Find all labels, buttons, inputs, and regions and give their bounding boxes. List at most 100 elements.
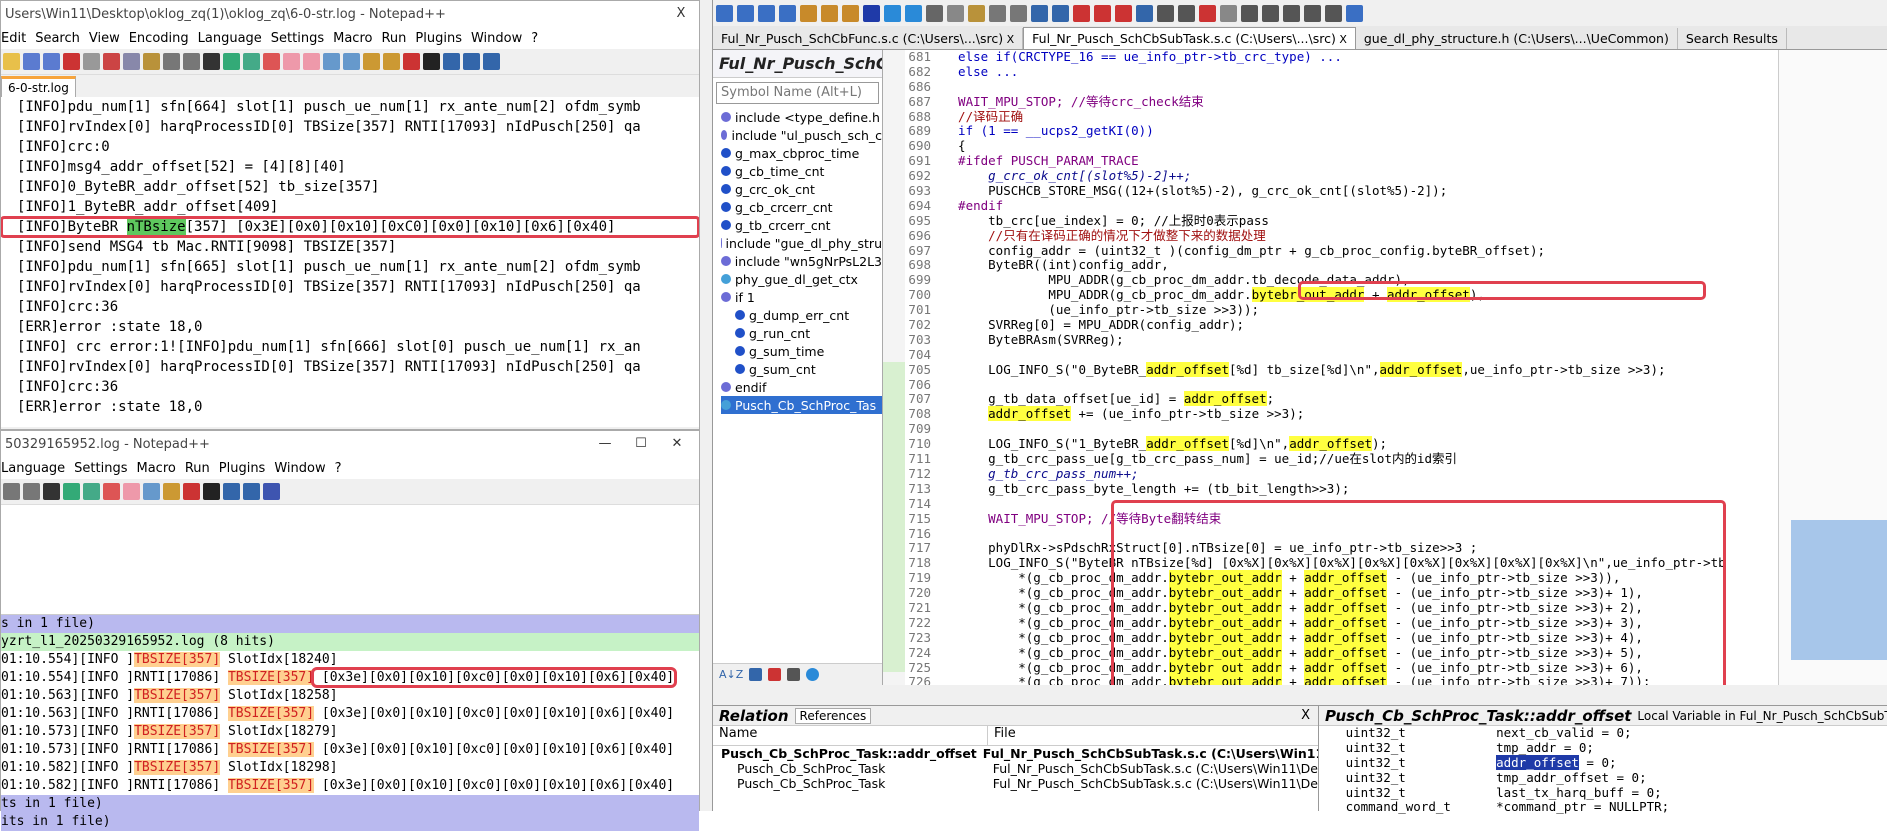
code-line[interactable]: 707 g_tb_data_offset[ue_id] = addr_offse… bbox=[883, 391, 1783, 407]
bookmark-toggle-icon[interactable] bbox=[1136, 4, 1153, 22]
code-line[interactable]: 698 ByteBR((int)config_addr, bbox=[883, 258, 1783, 273]
menu-item-macro[interactable]: Macro bbox=[136, 461, 184, 476]
stop-icon[interactable] bbox=[423, 53, 440, 70]
symbol-item[interactable]: include "wn5gNrPsL2L3 bbox=[721, 252, 882, 270]
ide-tab[interactable]: Ful_Nr_Pusch_SchCbFunc.s.c (C:\Users\...… bbox=[713, 28, 1024, 49]
code-line[interactable]: 691 #ifdef PUSCH_PARAM_TRACE bbox=[883, 153, 1783, 169]
undo-icon[interactable] bbox=[163, 53, 180, 70]
maximize-button[interactable]: ☐ bbox=[623, 431, 659, 457]
search-files-icon[interactable] bbox=[1094, 4, 1111, 22]
code-line[interactable]: 692 g_crc_ok_cnt[(slot%5)-2]++; bbox=[883, 168, 1783, 184]
log-line[interactable]: [INFO]crc:36 bbox=[1, 377, 699, 397]
sort-az-icon[interactable]: A↓Z bbox=[719, 668, 743, 681]
new-file-icon[interactable] bbox=[1241, 4, 1258, 22]
code-line[interactable]: 712 g_tb_crc_pass_num++; bbox=[883, 466, 1783, 482]
play-multi-icon[interactable] bbox=[463, 53, 480, 70]
menu-item-plugins[interactable]: Plugins bbox=[219, 461, 275, 476]
undo-icon[interactable] bbox=[989, 4, 1006, 22]
menu-item-settings[interactable]: Settings bbox=[271, 31, 333, 46]
code-line[interactable]: 706 bbox=[883, 377, 1783, 393]
symbol-item[interactable]: include "ul_pusch_sch_c bbox=[721, 126, 882, 144]
window-icon[interactable] bbox=[1157, 4, 1174, 22]
jump-icon[interactable] bbox=[842, 4, 859, 22]
search-result-row[interactable]: 01:10.573][INFO ]TBSIZE[357] SlotIdx[182… bbox=[1, 723, 699, 741]
relation-row[interactable]: Pusch_Cb_SchProc_Task Ful_Nr_Pusch_SchCbS… bbox=[713, 776, 1318, 791]
log-line[interactable]: [INFO]rvIndex[0] harqProcessID[0] TBSize… bbox=[1, 277, 699, 297]
log-line[interactable]: [INFO]crc:0 bbox=[1, 137, 699, 157]
symbol-item[interactable]: include <type_define.h bbox=[721, 108, 882, 126]
print-icon[interactable] bbox=[83, 53, 100, 70]
save-macro-icon[interactable] bbox=[483, 53, 500, 70]
menu-item-settings[interactable]: Settings bbox=[74, 461, 136, 476]
search-result-row[interactable]: 01:10.573][INFO ]RNTI[17086] TBSIZE[357]… bbox=[1, 741, 699, 759]
wrap-icon[interactable] bbox=[143, 483, 160, 500]
zoom-out-icon[interactable] bbox=[103, 483, 120, 500]
log-line[interactable]: [INFO]send MSG4 tb Mac.RNTI[9098] TBSIZE… bbox=[1, 237, 699, 257]
symbol-item[interactable]: g_sum_time bbox=[721, 342, 882, 360]
menu-item-macro[interactable]: Macro bbox=[333, 31, 381, 46]
minimize-button[interactable]: — bbox=[587, 431, 623, 457]
references-icon[interactable] bbox=[1115, 4, 1132, 22]
cut-icon[interactable] bbox=[926, 4, 943, 22]
open-icon[interactable] bbox=[3, 53, 20, 70]
relation-row[interactable]: Pusch_Cb_SchProc_Task Ful_Nr_Pusch_SchCbS… bbox=[713, 761, 1318, 776]
search-result-row[interactable]: 01:10.554][INFO ]TBSIZE[357] SlotIdx[182… bbox=[1, 651, 699, 669]
minimap-viewport[interactable] bbox=[1791, 520, 1887, 660]
code-line[interactable]: 708 addr_offset += (ue_info_ptr->tb_size… bbox=[883, 406, 1783, 422]
code-line[interactable]: 694 #endif bbox=[883, 198, 1783, 214]
play-icon[interactable] bbox=[223, 483, 240, 500]
code-line[interactable]: 693 PUSCHCB_STORE_MSG((12+(slot%5)-2), g… bbox=[883, 183, 1783, 199]
save-all-icon[interactable] bbox=[1304, 4, 1321, 22]
play-multi-icon[interactable] bbox=[243, 483, 260, 500]
refresh-icon[interactable] bbox=[863, 4, 880, 22]
ide-tab[interactable]: Search Results bbox=[1678, 28, 1787, 49]
minimap[interactable] bbox=[1778, 50, 1887, 685]
redo-icon[interactable] bbox=[1010, 4, 1027, 22]
ide-tab[interactable]: Ful_Nr_Pusch_SchCbSubTask.s.c (C:\Users\… bbox=[1023, 27, 1356, 49]
log-line[interactable]: [INFO]crc:36 bbox=[1, 297, 699, 317]
stop-icon[interactable] bbox=[203, 483, 220, 500]
code-line[interactable]: 704 bbox=[883, 347, 1783, 363]
code-line[interactable]: 709 bbox=[883, 421, 1783, 437]
search-result-row[interactable]: 01:10.563][INFO ]RNTI[17086] TBSIZE[357]… bbox=[1, 705, 699, 723]
list-icon[interactable] bbox=[749, 668, 763, 681]
menu-item-plugins[interactable]: Plugins bbox=[415, 31, 471, 46]
search-icon[interactable] bbox=[1073, 4, 1090, 22]
code-line[interactable]: 711 g_tb_crc_pass_ue[g_tb_crc_pass_num] … bbox=[883, 451, 1783, 467]
relation-row[interactable]: Pusch_Cb_SchProc_Task::addr_offset Ful_Nr… bbox=[713, 746, 1318, 761]
symbol-item[interactable]: g_cb_time_cnt bbox=[721, 162, 882, 180]
close-button[interactable]: ✕ bbox=[659, 431, 695, 457]
code-line[interactable]: 688 //译码正确 bbox=[883, 109, 1783, 125]
code-line[interactable]: 686 bbox=[883, 79, 1783, 95]
layout4-icon[interactable] bbox=[779, 4, 796, 22]
code-line[interactable]: 687 WAIT_MPU_STOP; //等待crc_check结束 bbox=[883, 94, 1783, 110]
ide-tab[interactable]: gue_dl_phy_structure.h (C:\Users\...\UeC… bbox=[1356, 28, 1678, 49]
all-chars-icon[interactable] bbox=[343, 53, 360, 70]
print-icon[interactable] bbox=[1325, 4, 1342, 22]
close-button[interactable]: X bbox=[1301, 708, 1310, 723]
code-line[interactable]: 689 if (1 == __ucps2_getKI(0)) bbox=[883, 124, 1783, 139]
play-icon[interactable] bbox=[443, 53, 460, 70]
zoom-out-icon[interactable] bbox=[263, 53, 280, 70]
open-file-icon[interactable] bbox=[1262, 4, 1279, 22]
udl-icon[interactable] bbox=[383, 53, 400, 70]
code-editor[interactable]: 681 else if(CRCTYPE_16 == ue_info_ptr->t… bbox=[883, 50, 1887, 685]
symbol-item[interactable]: g_max_cbproc_time bbox=[721, 144, 882, 162]
symbol-item[interactable]: if 1 bbox=[721, 288, 882, 306]
code-line[interactable]: 701 (ue_info_ptr->tb_size >>3)); bbox=[883, 302, 1783, 318]
save-all-icon[interactable] bbox=[43, 53, 60, 70]
paste-icon[interactable] bbox=[968, 4, 985, 22]
settings-icon[interactable] bbox=[1220, 4, 1237, 22]
log-line[interactable]: [INFO]msg4_addr_offset[52] = [4][8][40] bbox=[1, 157, 699, 177]
code-line[interactable]: 690 { bbox=[883, 138, 1783, 154]
menu-item-encoding[interactable]: Encoding bbox=[129, 31, 198, 46]
menu-item-window[interactable]: Window bbox=[471, 31, 531, 46]
bookmark-icon[interactable] bbox=[800, 4, 817, 22]
code-line[interactable]: 696 //只有在译码正确的情况下才做整下来的数据处理 bbox=[883, 228, 1783, 244]
col-file[interactable]: File bbox=[988, 726, 1016, 745]
layout2-icon[interactable] bbox=[737, 4, 754, 22]
close-window-icon[interactable] bbox=[1199, 4, 1216, 22]
find-icon[interactable] bbox=[43, 483, 60, 500]
layout-icon[interactable] bbox=[716, 4, 733, 22]
log-line[interactable]: [INFO]rvIndex[0] harqProcessID[0] TBSize… bbox=[1, 357, 699, 377]
